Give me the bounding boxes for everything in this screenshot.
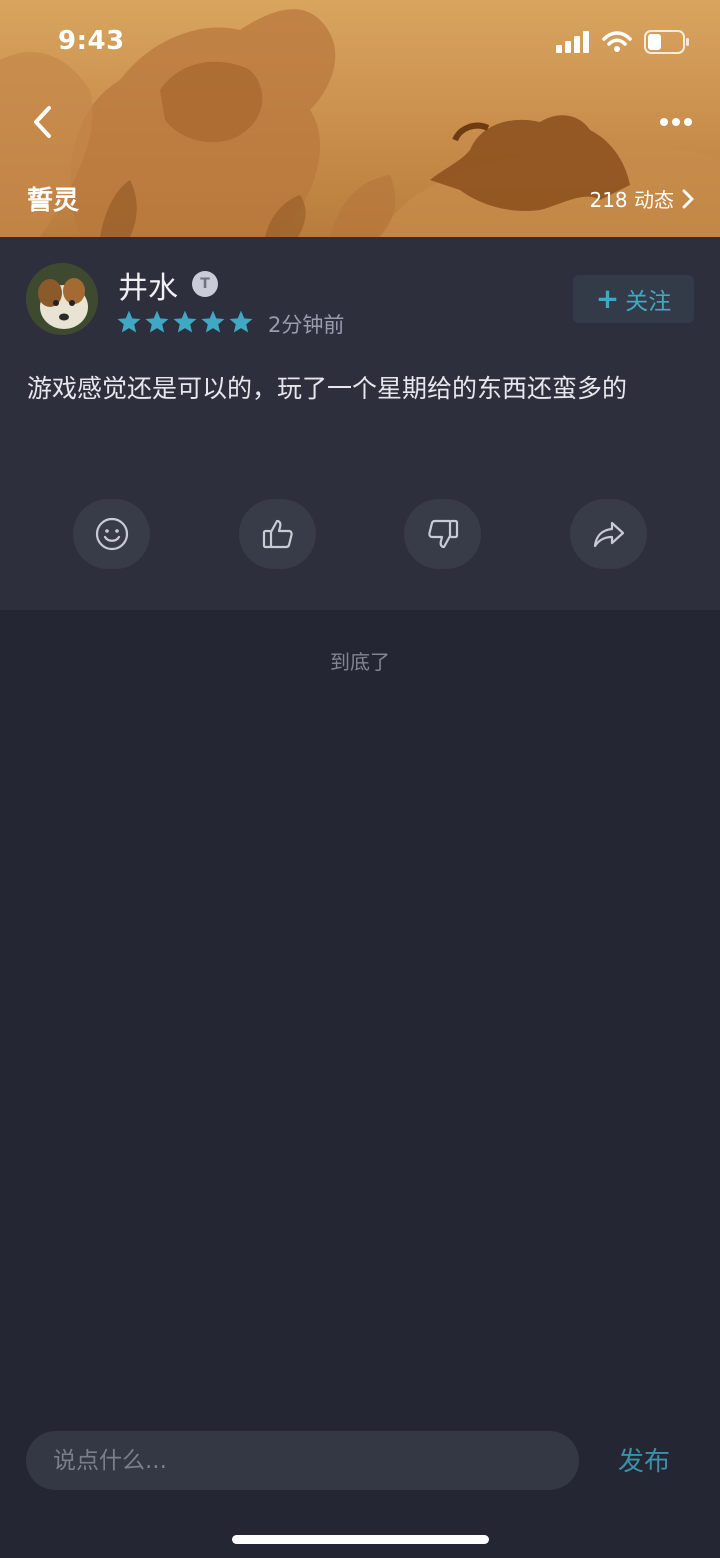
plus-icon: + xyxy=(595,282,620,315)
back-button[interactable] xyxy=(22,100,62,144)
chevron-right-icon xyxy=(682,189,694,208)
share-button[interactable] xyxy=(570,499,647,569)
star-icon xyxy=(173,310,197,333)
screen: 9:43 誓灵 218 动态 井水 T 2分钟前 + 关注 游戏感觉还是可以的，… xyxy=(0,0,720,1558)
post-card: 井水 T 2分钟前 + 关注 游戏感觉还是可以的，玩了一个星期给的东西还蛮多的 xyxy=(0,237,720,610)
star-icon xyxy=(117,310,141,333)
star-icon xyxy=(145,310,169,333)
rating-stars xyxy=(116,309,254,335)
status-icons xyxy=(556,30,690,54)
like-button[interactable] xyxy=(239,499,316,569)
dynamics-link[interactable]: 218 动态 xyxy=(589,184,694,213)
publish-button[interactable]: 发布 xyxy=(618,1441,670,1478)
thumbs-up-icon xyxy=(262,519,293,549)
post-content: 游戏感觉还是可以的，玩了一个星期给的东西还蛮多的 xyxy=(27,374,628,403)
game-banner: 9:43 誓灵 218 动态 xyxy=(0,0,720,237)
signal-icon xyxy=(556,31,589,53)
dislike-button[interactable] xyxy=(404,499,481,569)
dynamics-count-label: 218 动态 xyxy=(589,188,674,212)
dog-avatar-image xyxy=(26,263,98,335)
game-title[interactable]: 誓灵 xyxy=(27,180,79,217)
emoji-reaction-button[interactable] xyxy=(73,499,150,569)
username[interactable]: 井水 xyxy=(118,263,178,307)
more-dots-icon xyxy=(660,118,692,126)
chevron-left-icon xyxy=(34,106,51,138)
post-actions xyxy=(0,499,720,569)
follow-label: 关注 xyxy=(625,289,672,315)
thumbs-down-icon xyxy=(427,519,458,549)
follow-button[interactable]: + 关注 xyxy=(573,275,694,323)
end-of-feed-label: 到底了 xyxy=(330,650,390,674)
status-time: 9:43 xyxy=(58,26,125,56)
avatar[interactable] xyxy=(26,263,98,335)
post-time: 2分钟前 xyxy=(268,313,345,337)
home-indicator xyxy=(232,1535,489,1544)
emoji-icon xyxy=(95,517,128,551)
comment-input[interactable] xyxy=(26,1431,579,1490)
battery-icon xyxy=(644,30,689,54)
star-icon xyxy=(229,310,253,333)
user-level-badge: T xyxy=(192,271,218,297)
share-icon xyxy=(593,521,624,548)
more-button[interactable] xyxy=(654,104,698,140)
star-icon xyxy=(201,310,225,333)
wifi-icon xyxy=(602,31,632,52)
